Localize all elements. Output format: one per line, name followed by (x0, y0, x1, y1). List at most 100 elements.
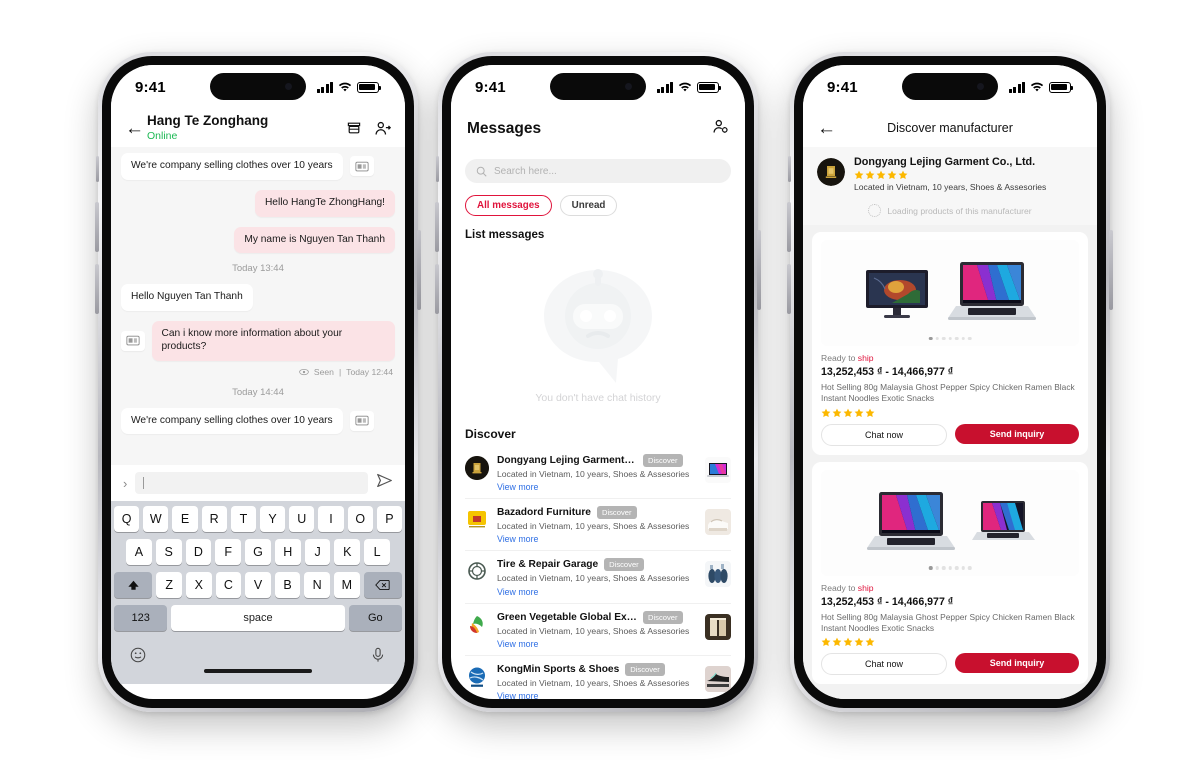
key-a[interactable]: A (125, 539, 152, 565)
key-c[interactable]: C (215, 572, 242, 598)
silent-switch[interactable] (788, 156, 791, 182)
silent-switch[interactable] (436, 156, 439, 182)
carousel-dot[interactable] (954, 336, 959, 340)
carousel-dot[interactable] (961, 336, 965, 340)
manufacturer-body[interactable]: Dongyang Lejing Garment Co., Ltd. Locate… (803, 147, 1097, 699)
list-item[interactable]: Tire & Repair Garage Discover Located in… (465, 551, 731, 604)
product-thumbnail[interactable] (705, 613, 731, 640)
key-d[interactable]: D (185, 539, 212, 565)
filter-unread[interactable]: Unread (559, 195, 618, 216)
person-add-icon[interactable] (374, 120, 391, 137)
chat-messages[interactable]: We're company selling clothes over 10 ye… (111, 147, 405, 465)
volume-down-button[interactable] (95, 264, 99, 314)
key-s[interactable]: S (155, 539, 182, 565)
carousel-dot[interactable] (941, 566, 946, 570)
key-r[interactable]: R (201, 506, 227, 532)
key-j[interactable]: J (304, 539, 331, 565)
power-button[interactable] (1109, 230, 1113, 310)
volume-down-button[interactable] (787, 264, 791, 314)
carousel-dot[interactable] (967, 336, 972, 340)
key-x[interactable]: X (186, 572, 212, 598)
volume-down-button[interactable] (435, 264, 439, 314)
virtual-keyboard[interactable]: Q W E R T Y U I O P A S D F G H J K L Z … (111, 501, 405, 684)
key-z[interactable]: Z (156, 572, 183, 598)
key-w[interactable]: W (143, 506, 169, 532)
home-indicator[interactable] (114, 668, 402, 684)
key-o[interactable]: O (347, 506, 373, 532)
view-more-link[interactable]: View more (497, 534, 697, 544)
product-thumbnail[interactable] (705, 561, 731, 588)
chat-now-button[interactable]: Chat now (821, 423, 947, 446)
carousel-dot[interactable] (928, 566, 933, 570)
key-b[interactable]: B (274, 572, 301, 598)
key-y[interactable]: Y (260, 506, 286, 532)
filter-all-messages[interactable]: All messages (465, 195, 552, 216)
carousel-dot[interactable] (935, 566, 939, 570)
product-thumbnail[interactable] (705, 665, 731, 692)
attachment-thumbnail-icon[interactable] (349, 156, 374, 177)
key-u[interactable]: U (289, 506, 315, 532)
volume-up-button[interactable] (787, 202, 791, 252)
view-more-link[interactable]: View more (497, 691, 697, 699)
microphone-icon[interactable] (370, 647, 386, 663)
carousel-dot[interactable] (954, 566, 959, 570)
carousel-dots[interactable] (928, 566, 972, 570)
key-go[interactable]: Go (348, 605, 402, 631)
key-e[interactable]: E (172, 506, 198, 532)
carousel-dot[interactable] (961, 566, 965, 570)
product-card[interactable]: Ready to ship 13,252,453 ₫ - 14,466,977 … (812, 461, 1088, 685)
carousel-dots[interactable] (928, 336, 972, 340)
product-card[interactable]: Ready to ship 13,252,453 ₫ - 14,466,977 … (812, 232, 1088, 455)
view-more-link[interactable]: View more (497, 587, 697, 597)
attachment-thumbnail-icon[interactable] (121, 330, 145, 351)
send-inquiry-button[interactable]: Send inquiry (955, 653, 1079, 674)
carousel-dot[interactable] (941, 336, 946, 340)
key-h[interactable]: H (274, 539, 301, 565)
key-t[interactable]: T (230, 506, 256, 532)
search-input[interactable]: Search here... (465, 159, 731, 183)
chevron-right-icon[interactable]: › (123, 476, 127, 491)
product-image-carousel[interactable] (821, 240, 1079, 346)
send-button[interactable] (376, 472, 393, 494)
key-numbers[interactable]: 123 (114, 605, 168, 631)
chat-now-button[interactable]: Chat now (821, 653, 947, 676)
key-i[interactable]: I (318, 506, 344, 532)
power-button[interactable] (417, 230, 421, 310)
key-m[interactable]: M (333, 572, 360, 598)
view-more-link[interactable]: View more (497, 482, 697, 492)
product-image-carousel[interactable] (821, 469, 1079, 576)
view-more-link[interactable]: View more (497, 639, 697, 649)
product-thumbnail[interactable] (705, 457, 731, 483)
list-item[interactable]: Bazadord Furniture Discover Located in V… (465, 499, 731, 552)
list-item[interactable]: KongMin Sports & Shoes Discover Located … (465, 656, 731, 699)
key-v[interactable]: V (245, 572, 271, 598)
carousel-dot[interactable] (948, 566, 952, 570)
attachment-thumbnail-icon[interactable] (349, 410, 374, 431)
carousel-dot[interactable] (967, 566, 972, 570)
volume-up-button[interactable] (435, 202, 439, 252)
silent-switch[interactable] (96, 156, 99, 182)
list-item[interactable]: Dongyang Lejing Garment Co.,... Discover… (465, 447, 731, 500)
message-input[interactable] (135, 472, 368, 494)
product-thumbnail[interactable] (705, 509, 731, 536)
key-k[interactable]: K (334, 539, 361, 565)
send-inquiry-button[interactable]: Send inquiry (955, 423, 1079, 444)
store-icon[interactable] (346, 120, 362, 136)
key-n[interactable]: N (304, 572, 330, 598)
back-arrow-icon[interactable]: ← (125, 119, 147, 138)
carousel-dot[interactable] (935, 336, 939, 340)
key-p[interactable]: P (376, 506, 403, 532)
shift-icon[interactable] (114, 572, 153, 598)
key-q[interactable]: Q (113, 506, 140, 532)
volume-up-button[interactable] (95, 202, 99, 252)
emoji-icon[interactable] (130, 647, 146, 663)
chat-contact-block[interactable]: Hang Te Zonghang Online (147, 113, 268, 142)
person-settings-icon[interactable] (712, 118, 729, 135)
backspace-icon[interactable] (363, 572, 402, 598)
carousel-dot[interactable] (928, 336, 933, 340)
power-button[interactable] (757, 230, 761, 310)
list-item[interactable]: Green Vegetable Global Export Discover L… (465, 604, 731, 656)
key-l[interactable]: L (364, 539, 391, 565)
carousel-dot[interactable] (948, 336, 952, 340)
key-f[interactable]: F (215, 539, 242, 565)
